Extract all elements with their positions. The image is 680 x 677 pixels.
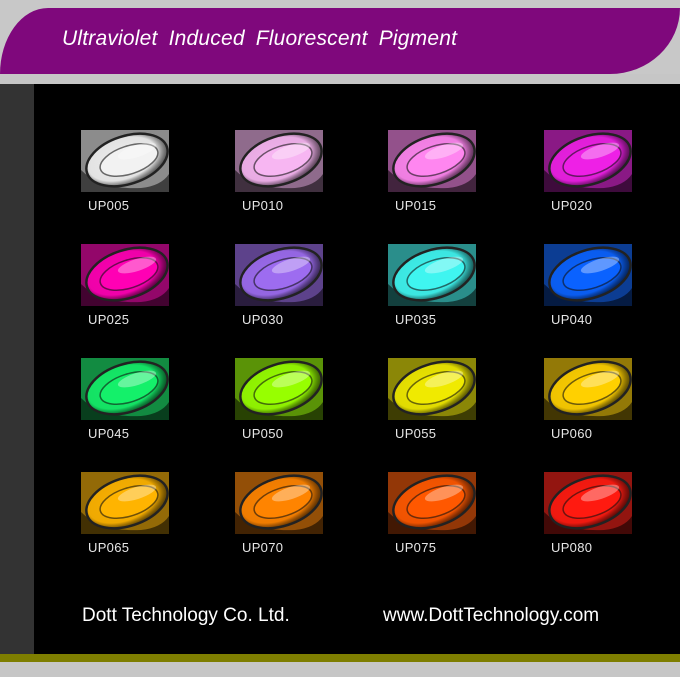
pigment-swatch-tile: UP005 (81, 130, 171, 213)
dish-illustration (81, 244, 169, 306)
top-strip (0, 0, 680, 8)
dish-illustration (388, 244, 476, 306)
dish-illustration (388, 472, 476, 534)
pigment-swatch-tile: UP025 (81, 244, 171, 327)
dish-illustration (544, 358, 632, 420)
pigment-dish-image (388, 244, 476, 306)
pigment-dish-image (81, 130, 169, 192)
pigment-swatch-tile: UP010 (235, 130, 325, 213)
pigment-dish-image (388, 358, 476, 420)
pigment-code-label: UP005 (88, 198, 130, 213)
pigment-code-label: UP050 (242, 426, 284, 441)
pigment-dish-image (235, 130, 323, 192)
pigment-swatch-tile: UP030 (235, 244, 325, 327)
website-link[interactable]: www.DottTechnology.com (383, 605, 599, 627)
pigment-swatch-tile: UP070 (235, 472, 325, 555)
page-title: Ultraviolet Induced Fluorescent Pigment (62, 27, 458, 50)
pigment-dish-image (81, 472, 169, 534)
pigment-dish-image (81, 358, 169, 420)
dish-illustration (235, 130, 323, 192)
pigment-code-label: UP065 (88, 540, 130, 555)
pigment-code-label: UP070 (242, 540, 284, 555)
pigment-dish-image (388, 472, 476, 534)
pigment-code-label: UP060 (551, 426, 593, 441)
pigment-dish-image (544, 358, 632, 420)
pigment-code-label: UP020 (551, 198, 593, 213)
olive-bar (0, 654, 680, 662)
pigment-swatch-tile: UP015 (388, 130, 478, 213)
dish-illustration (544, 472, 632, 534)
pigment-swatch-tile: UP065 (81, 472, 171, 555)
pigment-code-label: UP025 (88, 312, 130, 327)
pigment-dish-image (235, 244, 323, 306)
pigment-code-label: UP045 (88, 426, 130, 441)
pigment-code-label: UP015 (395, 198, 437, 213)
dish-illustration (235, 472, 323, 534)
pigment-code-label: UP010 (242, 198, 284, 213)
pigment-dish-image (544, 130, 632, 192)
dish-illustration (544, 244, 632, 306)
pigment-swatch-tile: UP055 (388, 358, 478, 441)
pigment-dish-image (544, 472, 632, 534)
dish-illustration (388, 130, 476, 192)
pigment-code-label: UP030 (242, 312, 284, 327)
company-name: Dott Technology Co. Ltd. (82, 605, 290, 626)
pigment-swatch-tile: UP020 (544, 130, 634, 213)
pigment-code-label: UP035 (395, 312, 437, 327)
header-banner: Ultraviolet Induced Fluorescent Pigment (0, 8, 680, 74)
pigment-code-label: UP080 (551, 540, 593, 555)
dish-illustration (81, 358, 169, 420)
pigment-swatch-tile: UP060 (544, 358, 634, 441)
pigment-code-label: UP075 (395, 540, 437, 555)
pigment-dish-image (235, 358, 323, 420)
dish-illustration (235, 244, 323, 306)
pigment-swatch-tile: UP075 (388, 472, 478, 555)
pigment-swatch-tile: UP050 (235, 358, 325, 441)
pigment-swatch-tile: UP035 (388, 244, 478, 327)
dish-illustration (81, 130, 169, 192)
pigment-code-label: UP040 (551, 312, 593, 327)
pigment-dish-image (544, 244, 632, 306)
pigment-code-label: UP055 (395, 426, 437, 441)
bottom-bar (0, 662, 680, 677)
dish-illustration (544, 130, 632, 192)
pigment-dish-image (235, 472, 323, 534)
pigment-dish-image (388, 130, 476, 192)
pigment-dish-image (81, 244, 169, 306)
divider-band (0, 74, 680, 84)
pigment-swatch-tile: UP080 (544, 472, 634, 555)
dish-illustration (235, 358, 323, 420)
dish-illustration (388, 358, 476, 420)
left-sidebar-strip (0, 84, 34, 654)
dish-illustration (81, 472, 169, 534)
pigment-swatch-tile: UP040 (544, 244, 634, 327)
pigment-swatch-tile: UP045 (81, 358, 171, 441)
